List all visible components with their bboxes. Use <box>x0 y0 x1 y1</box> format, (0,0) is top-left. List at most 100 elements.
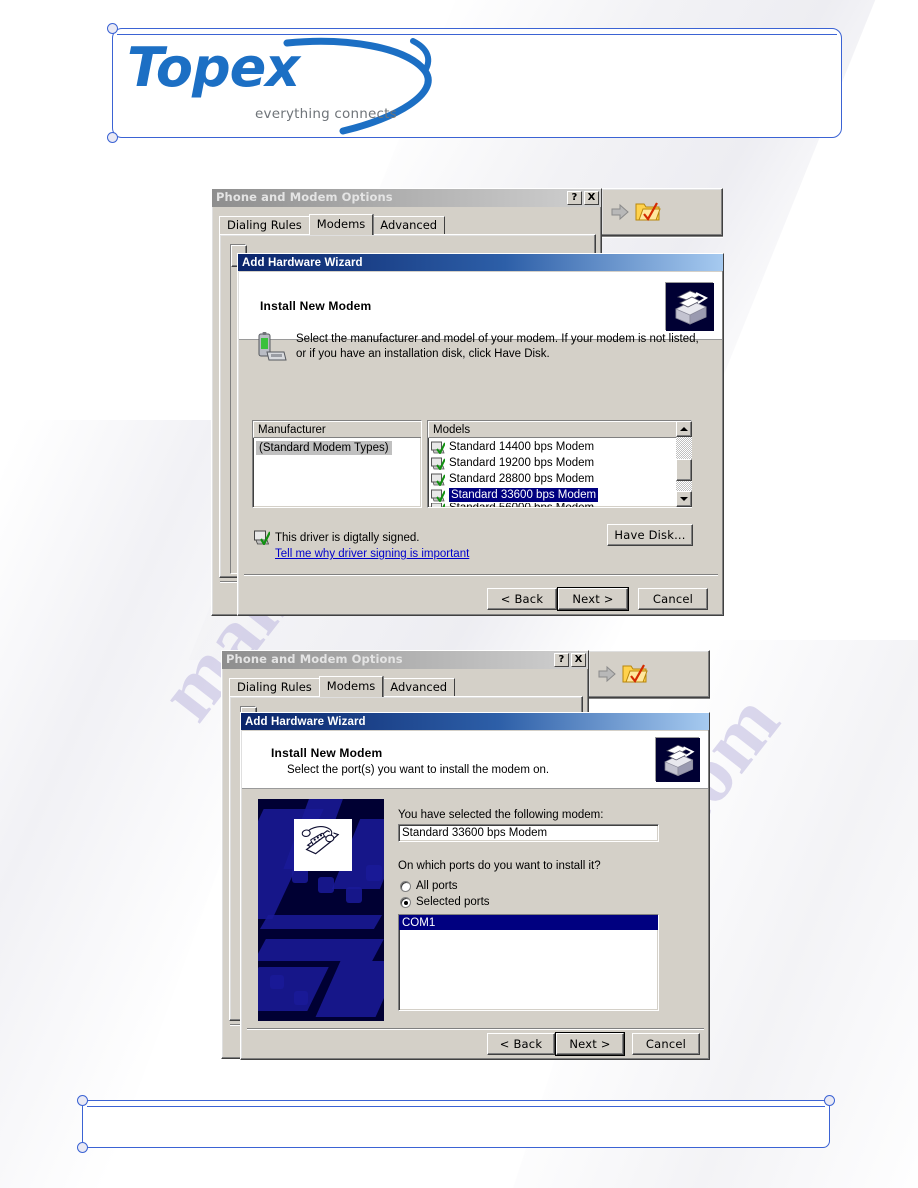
header-inner-rule <box>117 34 837 35</box>
header-corner-bottom-left <box>107 132 118 143</box>
wizard1-back-button[interactable]: < Back <box>487 588 557 610</box>
driver-signed-icon <box>254 530 270 545</box>
wizard1-header-icon <box>665 282 714 331</box>
manufacturer-item-label: (Standard Modem Types) <box>256 441 392 455</box>
dialog2-tab-modems-label: Modems <box>326 679 376 694</box>
dialog1-tab-advanced[interactable]: Advanced <box>372 216 446 234</box>
models-scroll-track[interactable] <box>676 437 692 491</box>
dialog1-tabstrip[interactable]: Dialing Rules Modems Advanced <box>219 214 446 235</box>
models-scrollbar[interactable] <box>676 421 692 507</box>
wizard2-back-button[interactable]: < Back <box>487 1033 555 1055</box>
wizard1-header: Install New Modem <box>239 272 722 340</box>
wizard2-cancel-button[interactable]: Cancel <box>632 1033 700 1055</box>
manufacturer-listbox[interactable]: Manufacturer (Standard Modem Types) <box>252 420 422 508</box>
wizard2-next-button[interactable]: Next > <box>555 1032 625 1056</box>
gray-arrow-icon <box>611 203 629 221</box>
wizard2-title-bar[interactable]: Add Hardware Wizard <box>241 713 709 730</box>
add-hardware-wizard-1[interactable]: Add Hardware Wizard Install New Modem Se… <box>237 253 724 616</box>
dialog2-tab-modems[interactable]: Modems <box>318 676 384 697</box>
selected-modem-label: You have selected the following modem: <box>398 809 604 821</box>
wizard1-instruction: Select the manufacturer and model of you… <box>296 333 699 361</box>
manufacturer-list-item[interactable]: (Standard Modem Types) <box>253 440 421 456</box>
footer-box <box>77 1095 835 1153</box>
wizard2-graphic-panel <box>258 799 384 1021</box>
header-corner-top-left <box>107 23 118 34</box>
wizard1-title: Add Hardware Wizard <box>242 256 363 269</box>
driver-signing-link[interactable]: Tell me why driver signing is important <box>275 548 469 560</box>
models-list-item[interactable]: Standard 14400 bps Modem <box>428 439 691 455</box>
models-list-header: Models <box>428 421 691 438</box>
models-item-label: Standard 28800 bps Modem <box>449 473 595 485</box>
selected-modem-field: Standard 33600 bps Modem <box>398 824 659 842</box>
dialog2-close-button[interactable]: X <box>571 653 586 667</box>
signed-driver-icon <box>431 503 446 507</box>
models-scroll-thumb[interactable] <box>676 459 692 481</box>
dialog2-tabstrip[interactable]: Dialing Rules Modems Advanced <box>229 676 456 697</box>
dialog1-tab-advanced-label: Advanced <box>380 217 438 232</box>
ports-question: On which ports do you want to install it… <box>398 860 601 872</box>
radio-all-ports-button[interactable] <box>400 880 411 892</box>
wizard1-cancel-button[interactable]: Cancel <box>638 588 708 610</box>
have-disk-button[interactable]: Have Disk... <box>607 524 693 546</box>
topex-swoosh-icon <box>283 37 432 135</box>
footer-corner-bottom-left <box>77 1142 88 1153</box>
dialog1-side-rule <box>601 236 723 238</box>
dialog1-tab-dialing-rules-label: Dialing Rules <box>227 217 302 232</box>
dialog2-tab-advanced[interactable]: Advanced <box>382 678 456 696</box>
gray-arrow-icon <box>598 665 616 683</box>
dialog2-help-button[interactable]: ? <box>554 653 569 667</box>
models-listbox[interactable]: Models Standard 14400 bps Modem Standard… <box>427 420 692 508</box>
models-scroll-up-button[interactable] <box>676 421 692 437</box>
models-list-item[interactable]: Standard 56000 bps Modem <box>428 503 691 507</box>
telephone-icon-frame <box>294 819 352 871</box>
topex-logo-text: Topex <box>127 36 300 99</box>
footer-corner-top-right <box>824 1095 835 1106</box>
models-item-label: Standard 14400 bps Modem <box>449 441 595 453</box>
add-hardware-wizard-2[interactable]: Add Hardware Wizard Install New Modem Se… <box>240 712 710 1060</box>
dialog1-tab-modems[interactable]: Modems <box>308 214 374 235</box>
topex-tagline: everything connects <box>255 106 397 122</box>
dialog2-tab-dialing-rules[interactable]: Dialing Rules <box>229 678 320 696</box>
dialog2-title-bar[interactable]: Phone and Modem Options ? X <box>222 651 588 669</box>
footer-corner-top-left <box>77 1095 88 1106</box>
dialog2-tab-advanced-label: Advanced <box>390 679 448 694</box>
page-root: manualshive .com Topex everything connec… <box>0 0 918 1188</box>
dialog1-tab-modems-label: Modems <box>316 217 366 232</box>
dialog1-close-button[interactable]: X <box>584 191 599 205</box>
models-scroll-down-button[interactable] <box>676 491 692 507</box>
telephone-icon <box>301 824 340 855</box>
wizard2-footer-rule <box>247 1028 704 1030</box>
dialog1-title-bar[interactable]: Phone and Modem Options ? X <box>212 189 601 207</box>
ports-list-item-selected[interactable]: COM1 <box>399 915 658 930</box>
dialog2-side-rule <box>588 698 710 700</box>
dialog1-side-panel <box>601 188 723 236</box>
wizard1-heading: Install New Modem <box>260 299 372 313</box>
wizard2-header: Install New Modem Select the port(s) you… <box>242 731 708 789</box>
wizard1-title-bar[interactable]: Add Hardware Wizard <box>238 254 723 271</box>
wizard1-next-button[interactable]: Next > <box>557 587 629 611</box>
dialog1-help-button[interactable]: ? <box>567 191 582 205</box>
radio-selected-ports-button[interactable] <box>400 896 411 908</box>
radio-selected-ports-label: Selected ports <box>416 896 490 908</box>
folder-check-icon <box>622 664 648 683</box>
radio-selected-ports[interactable]: Selected ports <box>400 896 490 908</box>
dialog1-tab-dialing-rules[interactable]: Dialing Rules <box>219 216 310 234</box>
signed-driver-icon <box>431 473 446 487</box>
models-list-item[interactable]: Standard 28800 bps Modem <box>428 471 691 487</box>
models-list-item[interactable]: Standard 19200 bps Modem <box>428 455 691 471</box>
radio-all-ports[interactable]: All ports <box>400 880 458 892</box>
wizard2-heading: Install New Modem <box>271 746 383 760</box>
models-list-item-selected[interactable]: Standard 33600 bps Modem <box>428 487 691 503</box>
folder-check-icon <box>635 202 661 221</box>
radio-all-ports-label: All ports <box>416 880 458 892</box>
wizard2-subheading: Select the port(s) you want to install t… <box>287 764 550 776</box>
topex-logo: Topex everything connects <box>127 36 432 135</box>
models-item-label: Standard 33600 bps Modem <box>449 488 599 502</box>
ports-listbox[interactable]: COM1 <box>398 914 659 1011</box>
dialog2-title: Phone and Modem Options <box>226 651 403 666</box>
header-box: Topex everything connects <box>107 23 842 143</box>
manufacturer-list-header: Manufacturer <box>253 421 421 438</box>
models-item-label: Standard 56000 bps Modem <box>449 503 594 507</box>
dialog2-tab-dialing-rules-label: Dialing Rules <box>237 679 312 694</box>
wizard1-footer-rule <box>244 574 718 576</box>
